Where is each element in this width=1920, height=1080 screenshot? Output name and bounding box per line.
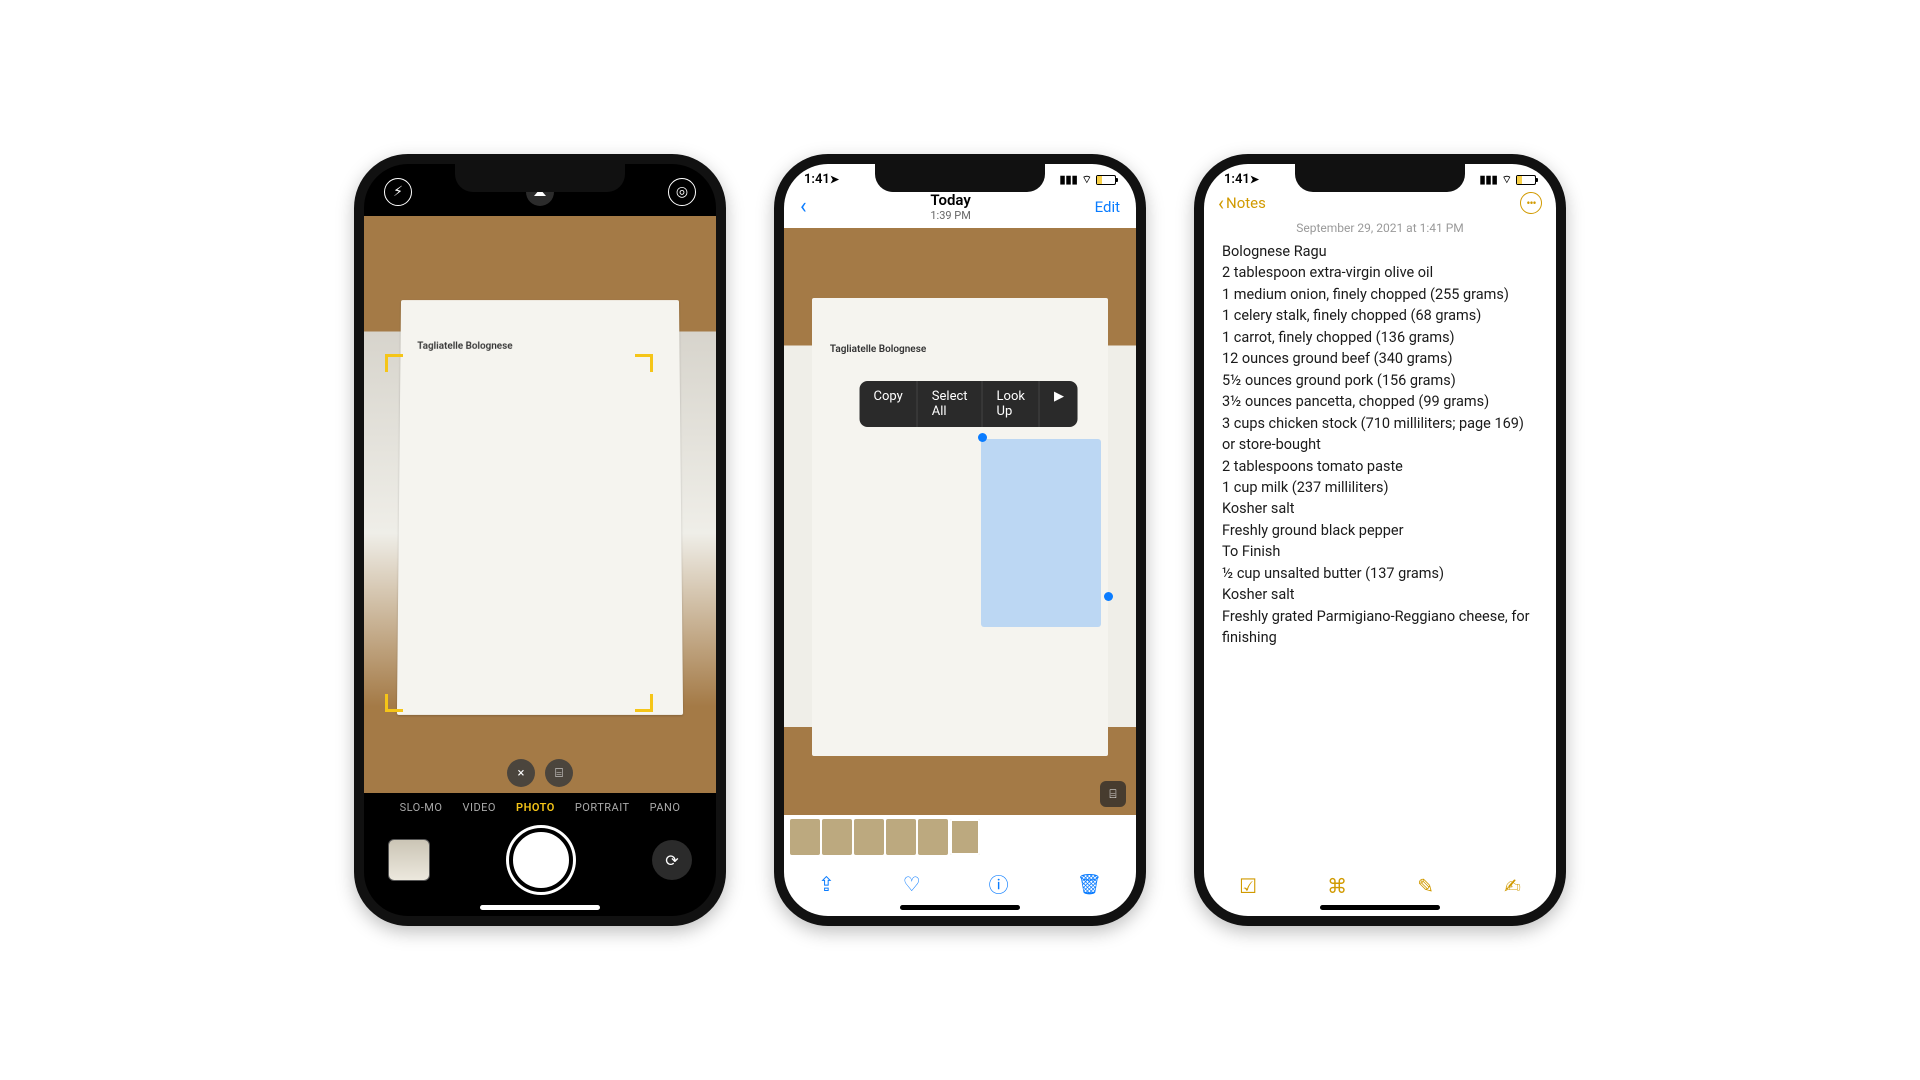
notes-nav-bar: ‹ Notes ••• <box>1204 189 1556 219</box>
note-line: Kosher salt <box>1222 498 1538 519</box>
live-text-icon[interactable]: ⌸ <box>545 759 573 787</box>
wifi-icon: ⌔ <box>1502 173 1512 187</box>
selection-handle-icon[interactable] <box>1104 592 1113 601</box>
thumbnails-strip[interactable] <box>784 815 1136 859</box>
location-icon: ➤ <box>1250 173 1259 186</box>
signal-icon: ▮▮▮ <box>1059 173 1077 186</box>
note-line: 3½ ounces pancetta, chopped (99 grams) <box>1222 391 1538 412</box>
markup-icon[interactable]: ✎ <box>1417 874 1434 898</box>
focus-corner-icon <box>385 694 403 712</box>
note-line: 1 medium onion, finely chopped (255 gram… <box>1222 284 1538 305</box>
note-line: 1 celery stalk, finely chopped (68 grams… <box>1222 305 1538 326</box>
look-up-button[interactable]: Look Up <box>983 381 1040 427</box>
status-time: 1:41 <box>804 172 830 187</box>
notch <box>1295 164 1465 192</box>
edit-button[interactable]: Edit <box>1095 198 1120 216</box>
camera-modes[interactable]: SLO-MO VIDEO PHOTO PORTRAIT PANO <box>364 793 716 822</box>
compose-icon[interactable]: ✍︎ <box>1504 874 1521 898</box>
note-line: 3 cups chicken stock (710 milliliters; p… <box>1222 413 1538 456</box>
home-indicator[interactable] <box>480 905 600 910</box>
mode-portrait[interactable]: PORTRAIT <box>575 801 630 814</box>
wifi-icon: ⌔ <box>1082 173 1092 187</box>
back-button[interactable]: ‹ Notes <box>1218 191 1266 215</box>
notch <box>875 164 1045 192</box>
camera-viewfinder[interactable]: Tagliatelle Bolognese × ⌸ <box>364 216 716 793</box>
more-button[interactable]: ••• <box>1520 192 1542 214</box>
note-line: Freshly ground black pepper <box>1222 520 1538 541</box>
focus-corner-icon <box>385 354 403 372</box>
phone-notes: 1:41 ➤ ▮▮▮ ⌔ ‹ Notes ••• September 29, 2… <box>1194 154 1566 926</box>
battery-icon <box>1096 175 1116 185</box>
switch-camera-button[interactable]: ⟳ <box>652 840 692 880</box>
photo-view[interactable]: Tagliatelle Bolognese Copy Select All Lo… <box>784 228 1136 815</box>
note-line: Bolognese Ragu <box>1222 241 1538 262</box>
thumbnail[interactable] <box>854 819 884 855</box>
context-menu: Copy Select All Look Up ▶ <box>860 381 1078 427</box>
notch <box>455 164 625 192</box>
note-line: 2 tablespoon extra-virgin olive oil <box>1222 262 1538 283</box>
focus-corner-icon <box>635 354 653 372</box>
thumbnail[interactable] <box>822 819 852 855</box>
detected-title: Tagliatelle Bolognese <box>417 340 512 351</box>
close-live-text-button[interactable]: × <box>507 759 535 787</box>
note-line: 2 tablespoons tomato paste <box>1222 456 1538 477</box>
thumbnail[interactable] <box>790 819 820 855</box>
phone-photos: 1:41 ➤ ▮▮▮ ⌔ ‹ Today 1:39 PM Edit Taglia… <box>774 154 1146 926</box>
note-line: Kosher salt <box>1222 584 1538 605</box>
note-line: 5½ ounces ground pork (156 grams) <box>1222 370 1538 391</box>
info-icon[interactable]: ⓘ <box>989 869 1009 898</box>
photo-library-thumbnail[interactable] <box>388 839 430 881</box>
thumbnail[interactable] <box>918 819 948 855</box>
camera-bottom-controls: ⟳ <box>364 822 716 916</box>
battery-icon <box>1516 175 1536 185</box>
note-line: To Finish <box>1222 541 1538 562</box>
checklist-icon[interactable]: ☑︎ <box>1239 874 1257 898</box>
back-button[interactable]: ‹ <box>800 194 807 219</box>
shutter-button[interactable] <box>509 828 573 892</box>
location-icon: ➤ <box>830 173 839 186</box>
share-icon[interactable]: ⇪ <box>818 872 835 896</box>
home-indicator[interactable] <box>1320 905 1440 910</box>
more-menu-button[interactable]: ▶ <box>1040 381 1078 427</box>
favorite-icon[interactable]: ♡ <box>903 872 921 896</box>
flash-icon[interactable]: ⚡︎ <box>384 178 412 206</box>
note-date: September 29, 2021 at 1:41 PM <box>1204 219 1556 241</box>
focus-corner-icon <box>635 694 653 712</box>
nav-title: Today 1:39 PM <box>930 191 970 222</box>
mode-video[interactable]: VIDEO <box>462 801 496 814</box>
live-photo-icon[interactable]: ◎ <box>668 178 696 206</box>
chevron-left-icon: ‹ <box>1218 191 1224 215</box>
thumbnail[interactable] <box>886 819 916 855</box>
note-line: 1 carrot, finely chopped (136 grams) <box>1222 327 1538 348</box>
camera-icon[interactable]: ⌘ <box>1327 874 1347 898</box>
note-line: ½ cup unsalted butter (137 grams) <box>1222 563 1538 584</box>
note-line: 12 ounces ground beef (340 grams) <box>1222 348 1538 369</box>
mode-pano[interactable]: PANO <box>650 801 681 814</box>
signal-icon: ▮▮▮ <box>1479 173 1497 186</box>
delete-icon[interactable]: 🗑 <box>1077 872 1102 896</box>
note-line: Freshly grated Parmigiano-Reggiano chees… <box>1222 606 1538 649</box>
home-indicator[interactable] <box>900 905 1020 910</box>
phone-camera: ⚡︎ ◎ Tagliatelle Bolognese × ⌸ SLO-MO VI… <box>354 154 726 926</box>
status-time: 1:41 <box>1224 172 1250 187</box>
detected-title: Tagliatelle Bolognese <box>830 344 926 355</box>
note-body[interactable]: Bolognese Ragu2 tablespoon extra-virgin … <box>1204 241 1556 864</box>
copy-button[interactable]: Copy <box>860 381 918 427</box>
note-line: 1 cup milk (237 milliliters) <box>1222 477 1538 498</box>
text-selection[interactable] <box>981 439 1101 627</box>
thumbnail-selected[interactable] <box>950 819 980 855</box>
mode-slo-mo[interactable]: SLO-MO <box>400 801 443 814</box>
select-all-button[interactable]: Select All <box>918 381 983 427</box>
photos-nav-bar: ‹ Today 1:39 PM Edit <box>784 189 1136 228</box>
live-text-icon[interactable]: ⌸ <box>1100 781 1126 807</box>
mode-photo[interactable]: PHOTO <box>516 801 555 814</box>
